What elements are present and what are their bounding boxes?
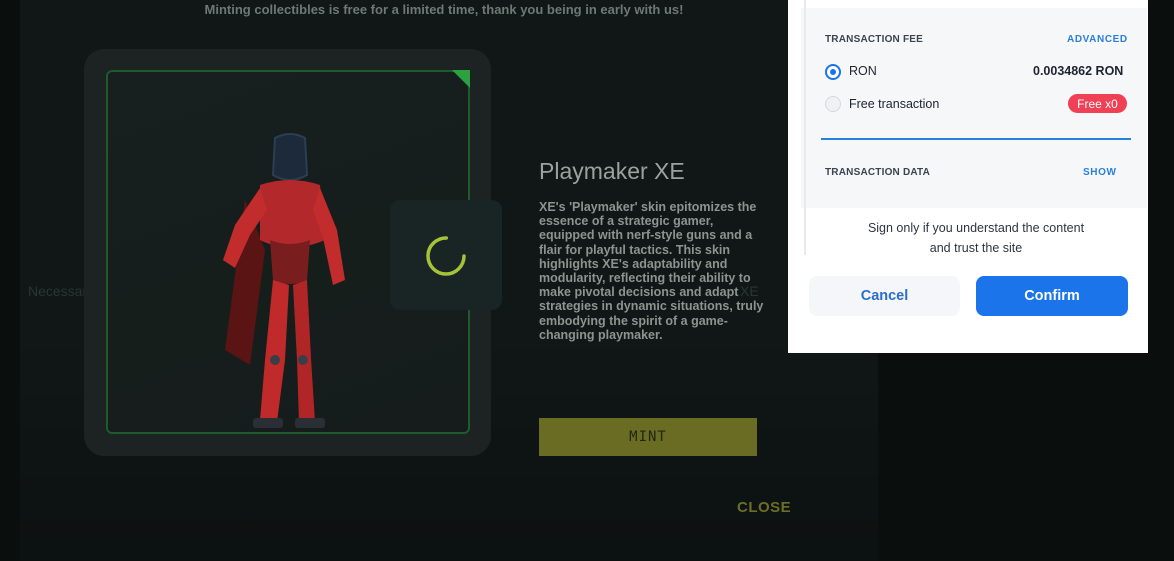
- item-description: XE's 'Playmaker' skin epitomizes the ess…: [539, 200, 764, 342]
- spinner-icon: [426, 236, 466, 276]
- cancel-button[interactable]: Cancel: [809, 276, 960, 316]
- free-transaction-label: Free transaction: [849, 97, 940, 111]
- transaction-fee-label: TRANSACTION FEE: [825, 34, 923, 45]
- ron-fee-radio[interactable]: [825, 64, 841, 80]
- sign-warning: Sign only if you understand the content …: [840, 218, 1112, 258]
- advanced-link[interactable]: ADVANCED: [1067, 34, 1128, 45]
- free-transaction-radio[interactable]: [825, 96, 841, 112]
- mint-button[interactable]: MINT: [539, 418, 757, 456]
- promo-banner: Minting collectibles is free for a limit…: [204, 2, 684, 17]
- background-left-band: [0, 0, 20, 561]
- sign-warning-line1: Sign only if you understand the content: [867, 221, 1085, 235]
- free-count-badge: Free x0: [1068, 94, 1127, 113]
- transaction-data-label: TRANSACTION DATA: [825, 167, 931, 178]
- show-data-link[interactable]: SHOW: [1083, 167, 1117, 178]
- close-button[interactable]: CLOSE: [737, 499, 791, 516]
- section-divider: [821, 138, 1131, 140]
- ron-fee-value: 0.0034862 RON: [1033, 64, 1124, 78]
- wallet-scrollbar[interactable]: [804, 0, 806, 255]
- robot-character-image: [223, 133, 345, 428]
- confirm-button[interactable]: Confirm: [976, 276, 1128, 316]
- sign-warning-line2: and trust the site: [929, 241, 1023, 255]
- ron-fee-label: RON: [849, 64, 877, 78]
- item-title: Playmaker XE: [539, 158, 685, 184]
